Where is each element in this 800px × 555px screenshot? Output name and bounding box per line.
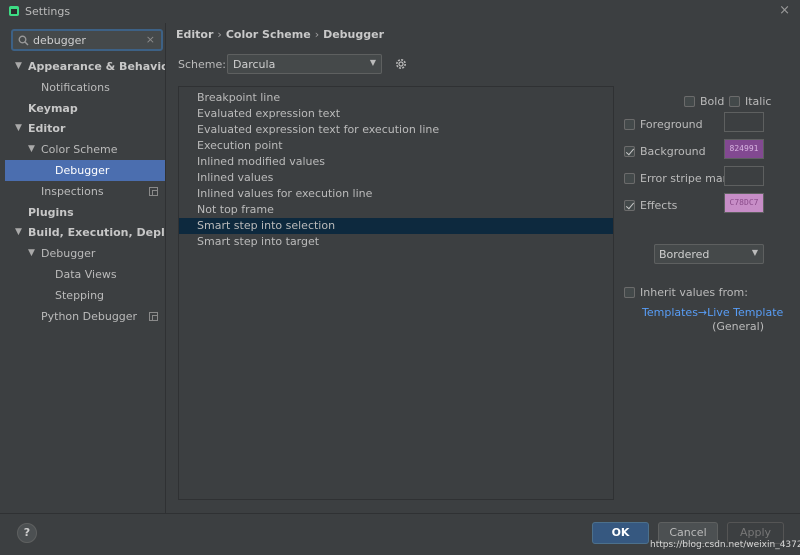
breadcrumb-item-debugger: Debugger [323,28,385,41]
tree-item[interactable]: Plugins [5,202,165,223]
error-stripe-color-swatch[interactable] [724,166,764,186]
breadcrumb-separator: › [217,28,222,41]
tree-item-label: Stepping [55,288,105,302]
inherit-label: Inherit values from: [640,286,748,299]
tree-item[interactable]: Keymap [5,98,165,119]
list-item[interactable]: Breakpoint line [179,90,613,106]
scheme-select[interactable]: Darcula ▼ [227,54,382,74]
error-stripe-label: Error stripe mark [640,172,734,185]
tree-item[interactable]: ▼ Debugger [5,243,165,264]
title-bar: Settings × [0,0,800,23]
breadcrumb-item-editor: Editor [176,28,214,41]
breadcrumb-item-color-scheme: Color Scheme [225,28,311,41]
list-item[interactable]: Not top frame [179,202,613,218]
tree-item[interactable]: Stepping [5,285,165,306]
list-item[interactable]: Evaluated expression text for execution … [179,122,613,138]
effects-checkbox[interactable] [624,200,635,211]
effect-type-select[interactable]: Bordered ▼ [654,244,764,264]
footer-divider [0,513,800,514]
tree-item-label: Data Views [55,268,117,281]
bold-checkbox[interactable] [684,96,695,107]
foreground-label: Foreground [640,118,703,131]
search-box[interactable]: × [11,29,163,51]
project-settings-icon [149,311,158,321]
project-settings-icon [149,186,158,196]
scheme-label: Scheme: [178,58,226,71]
chevron-down-icon: ▼ [369,58,376,67]
bold-label: Bold [700,95,725,108]
tree-item-label: Appearance & Behavior [28,60,165,73]
background-color-swatch[interactable]: 824991 [724,139,764,159]
expand-arrow-icon[interactable]: ▼ [28,139,35,160]
effects-color-swatch[interactable]: C78DC7 [724,193,764,213]
tree-item-label: Debugger [41,247,96,261]
list-item[interactable]: Inlined modified values [179,154,613,170]
list-item[interactable]: Smart step into target [179,234,613,250]
search-input[interactable] [33,32,143,49]
search-icon [18,35,29,46]
inherit-link[interactable]: Templates→Live Template [642,306,783,319]
inherit-checkbox[interactable] [624,287,635,298]
tree-item[interactable]: Debugger [5,160,165,181]
scheme-value: Darcula [233,58,276,71]
tree-item[interactable]: Notifications [5,77,165,98]
tree-item[interactable]: ▼ Appearance & Behavior [5,56,165,77]
help-button[interactable]: ? [17,523,37,543]
list-item[interactable]: Evaluated expression text [179,106,613,122]
effects-label: Effects [640,199,678,212]
attributes-properties: Bold Italic Foreground Background 824991… [624,86,794,346]
foreground-checkbox[interactable] [624,119,635,130]
expand-arrow-icon[interactable]: ▼ [28,243,35,264]
settings-window: Settings × × ▼ Appearance & Behavior Notif… [0,0,800,555]
expand-arrow-icon[interactable]: ▼ [15,56,22,77]
watermark: https://blog.csdn.net/weixin_43723625 [650,540,800,550]
content-panel: Editor › Color Scheme › Debugger Scheme: Dar… [166,23,800,513]
background-checkbox[interactable] [624,146,635,157]
tree-item[interactable]: Inspections [5,181,165,202]
tree-item[interactable]: ▼ Editor [5,118,165,139]
list-item[interactable]: Inlined values for execution line [179,186,613,202]
ok-button[interactable]: OK [592,522,649,544]
expand-arrow-icon[interactable]: ▼ [15,222,22,243]
breadcrumb: Editor › Color Scheme › Debugger [176,28,384,41]
list-item[interactable]: Smart step into selection [179,218,613,234]
breadcrumb-separator: › [314,28,320,41]
foreground-color-swatch[interactable] [724,112,764,132]
close-icon[interactable]: × [779,3,790,18]
tree-item-label: Keymap [28,101,78,115]
background-label: Background [640,145,706,158]
tree-item-label: Inspections [41,184,104,198]
error-stripe-checkbox[interactable] [624,173,635,184]
clear-search-icon[interactable]: × [146,33,155,46]
window-title: Settings [25,5,71,18]
tree-item[interactable]: Data Views [5,264,165,285]
italic-label: Italic [745,95,772,108]
tree-item-label: Build, Execution, Deployme [28,226,165,240]
effect-type-value: Bordered [659,248,710,261]
tree-item-label: Notifications [41,80,110,94]
tree-item[interactable]: Python Debugger [5,306,165,327]
tree-item[interactable]: ▼ Color Scheme [5,139,165,160]
tree-item[interactable]: ▼ Build, Execution, Deployme [5,222,165,243]
settings-sidebar: × ▼ Appearance & Behavior Notifications Key… [5,23,165,513]
app-icon [9,6,19,16]
gear-icon[interactable] [394,57,408,71]
tree-item-label: Editor [28,122,66,136]
list-item[interactable]: Execution point [179,138,613,154]
italic-checkbox[interactable] [729,96,740,107]
inherit-sub-label: (General) [712,320,764,333]
chevron-down-icon: ▼ [751,248,758,257]
tree-item-label: Debugger [55,164,110,177]
expand-arrow-icon[interactable]: ▼ [15,118,22,139]
attributes-list: Breakpoint line Evaluated expression text… [178,86,614,500]
tree-item-label: Python Debugger [41,309,138,323]
list-item[interactable]: Inlined values [179,170,613,186]
tree-item-label: Plugins [28,205,74,219]
tree-item-label: Color Scheme [41,143,118,157]
